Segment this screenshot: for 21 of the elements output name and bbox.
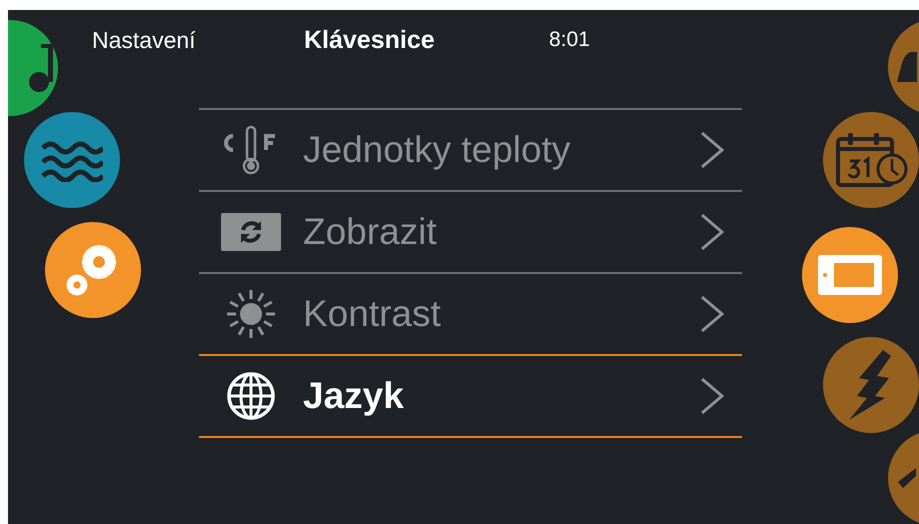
chevron-right-icon	[700, 212, 724, 252]
menu-item[interactable]: Zobrazit	[199, 192, 742, 274]
menu-item[interactable]: Jednotky teploty	[199, 110, 742, 192]
sun-icon	[225, 288, 277, 340]
clock-time: 8:01	[549, 28, 591, 52]
chevron-right-icon	[700, 376, 724, 416]
chevron-right-icon	[700, 294, 724, 334]
menu-item-label: Zobrazit	[303, 211, 438, 253]
menu-item-label: Jazyk	[303, 375, 405, 417]
menu-item[interactable]: Jazyk	[199, 356, 742, 438]
menu-item-label: Jednotky teploty	[303, 129, 572, 171]
menu-item[interactable]: Kontrast	[199, 274, 742, 356]
globe-icon	[227, 372, 275, 420]
section-label: Nastavení	[92, 26, 197, 54]
rotate-icon	[221, 213, 281, 251]
display-icon	[818, 255, 882, 295]
music-note-icon	[27, 44, 53, 92]
page-title: Klávesnice	[304, 26, 436, 54]
menu-item-label: Kontrast	[303, 293, 442, 335]
calendar-clock-icon	[834, 131, 908, 189]
chevron-right-icon	[700, 130, 724, 170]
